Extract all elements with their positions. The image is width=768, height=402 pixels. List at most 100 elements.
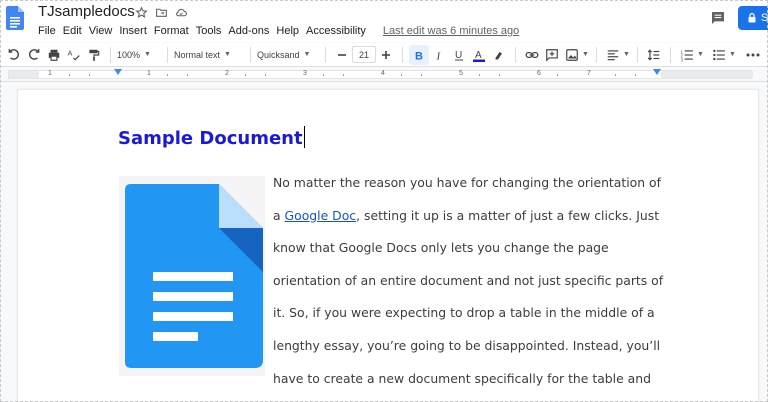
ruler-tick <box>401 74 402 76</box>
undo-icon[interactable] <box>4 45 24 65</box>
ruler-tick <box>557 74 558 76</box>
ruler-track: 1 1 2 3 4 5 6 7 <box>8 69 753 79</box>
text-color-icon[interactable]: A <box>469 45 489 65</box>
zoom-value: 100% <box>117 49 141 60</box>
chevron-down-icon: ▼ <box>697 51 704 58</box>
numbered-list-icon[interactable]: 123 <box>677 45 697 65</box>
redo-icon[interactable] <box>24 45 44 65</box>
menu-insert[interactable]: Insert <box>119 23 153 39</box>
svg-text:B: B <box>415 50 423 61</box>
left-indent-marker[interactable] <box>114 69 122 75</box>
add-comment-icon[interactable] <box>542 45 562 65</box>
toolbar-divider <box>402 46 403 63</box>
insert-image-dropdown[interactable]: ▼ <box>582 45 590 65</box>
body-line: know that Google Docs only lets you chan… <box>273 237 673 270</box>
italic-icon[interactable]: I <box>429 45 449 65</box>
body-text: lengthy essay, you’re going to be disapp… <box>273 337 661 353</box>
text-cursor <box>303 126 305 148</box>
ruler-number: 3 <box>303 70 307 77</box>
chevron-down-icon: ▼ <box>303 51 311 58</box>
toolbar-divider <box>110 46 111 63</box>
menu-accessibility[interactable]: Accessibility <box>306 23 372 39</box>
menu-help[interactable]: Help <box>276 23 305 39</box>
align-left-icon[interactable] <box>603 45 623 65</box>
menu-tools[interactable]: Tools <box>196 23 228 39</box>
cloud-status-icon[interactable] <box>173 4 189 20</box>
insert-link-icon[interactable] <box>522 45 542 65</box>
paint-format-icon[interactable] <box>84 45 104 65</box>
align-dropdown[interactable]: ▼ <box>623 45 631 65</box>
body-line: orientation of an entire document and no… <box>273 270 673 303</box>
menu-file[interactable]: File <box>38 23 62 39</box>
ruler-number: 6 <box>537 70 541 77</box>
ruler-tick <box>265 74 266 76</box>
zoom-select[interactable]: 100% ▼ <box>117 45 161 65</box>
bulleted-list-icon[interactable] <box>709 45 729 65</box>
toolbar-divider <box>325 46 326 63</box>
menu-view[interactable]: View <box>89 23 119 39</box>
chevron-down-icon: ▼ <box>582 51 589 58</box>
google-doc-link[interactable]: Google Doc <box>285 208 357 223</box>
svg-text:3: 3 <box>681 57 684 62</box>
body-text: No matter the reason you have for changi… <box>273 175 661 190</box>
ruler-tick <box>245 74 246 76</box>
font-select[interactable]: Quicksand ▼ <box>257 45 319 65</box>
toolbar-divider <box>515 46 516 63</box>
insert-image-icon[interactable] <box>562 45 582 65</box>
document-heading-text: Sample Document <box>118 128 303 149</box>
share-button[interactable]: S <box>738 6 768 30</box>
ruler-tick <box>343 74 344 76</box>
svg-text:A: A <box>68 50 73 57</box>
highlight-color-icon[interactable] <box>489 45 509 65</box>
ruler-tick <box>69 74 70 76</box>
decrease-font-size-icon[interactable] <box>332 45 352 65</box>
body-text: , setting it up is a matter of just a fe… <box>356 207 660 223</box>
underline-icon[interactable]: U <box>449 45 469 65</box>
body-text: it. So, if you were expecting to drop a … <box>273 305 655 321</box>
comment-history-icon[interactable] <box>708 8 728 28</box>
toolbar-divider <box>167 46 168 63</box>
toolbar-divider <box>596 46 597 63</box>
title-bar: TJsampledocs File Edit View Insert Forma… <box>0 0 768 42</box>
star-icon[interactable] <box>133 4 149 20</box>
font-value: Quicksand <box>257 49 300 60</box>
toolbar-divider <box>250 46 251 63</box>
ruler-number: 1 <box>48 70 52 77</box>
ruler[interactable]: 1 1 2 3 4 5 6 7 <box>0 68 768 82</box>
document-canvas: Sample Document No matter the reason you… <box>0 83 768 402</box>
menu-format[interactable]: Format <box>154 23 195 39</box>
last-edit-link[interactable]: Last edit was 6 minutes ago <box>383 23 519 39</box>
font-size-input[interactable]: 21 <box>352 46 376 63</box>
docs-logo-icon[interactable] <box>6 6 24 30</box>
more-options-icon[interactable] <box>743 45 763 65</box>
toolbar-divider <box>637 46 638 63</box>
lock-icon <box>748 13 756 23</box>
share-label: S <box>761 12 768 24</box>
ruler-tick <box>499 74 500 76</box>
chevron-down-icon: ▼ <box>623 51 630 58</box>
spellcheck-icon[interactable]: A <box>64 45 84 65</box>
body-text: know that Google Docs only lets you chan… <box>273 240 609 256</box>
google-docs-logo-image[interactable] <box>119 176 265 376</box>
chevron-down-icon: ▼ <box>144 51 151 58</box>
paragraph-style-select[interactable]: Normal text ▼ <box>174 45 244 65</box>
menu-bar: File Edit View Insert Format Tools Add-o… <box>38 23 519 39</box>
numbered-list-dropdown[interactable]: ▼ <box>697 45 705 65</box>
move-folder-icon[interactable] <box>153 4 169 20</box>
document-body[interactable]: No matter the reason you have for changi… <box>273 172 673 400</box>
document-page[interactable]: Sample Document No matter the reason you… <box>17 89 759 402</box>
ruler-number: 7 <box>587 70 591 77</box>
svg-text:U: U <box>455 50 462 61</box>
line-spacing-icon[interactable] <box>644 45 664 65</box>
right-indent-marker[interactable] <box>653 69 661 75</box>
paragraph-style-value: Normal text <box>174 49 221 60</box>
bold-icon[interactable]: B <box>409 44 429 65</box>
body-line: No matter the reason you have for changi… <box>273 172 673 205</box>
bulleted-list-dropdown[interactable]: ▼ <box>729 45 737 65</box>
document-heading[interactable]: Sample Document <box>118 126 305 149</box>
increase-font-size-icon[interactable] <box>376 45 396 65</box>
menu-add-ons[interactable]: Add-ons <box>228 23 275 39</box>
document-title[interactable]: TJsampledocs <box>38 3 135 20</box>
print-icon[interactable] <box>44 45 64 65</box>
menu-edit[interactable]: Edit <box>63 23 88 39</box>
